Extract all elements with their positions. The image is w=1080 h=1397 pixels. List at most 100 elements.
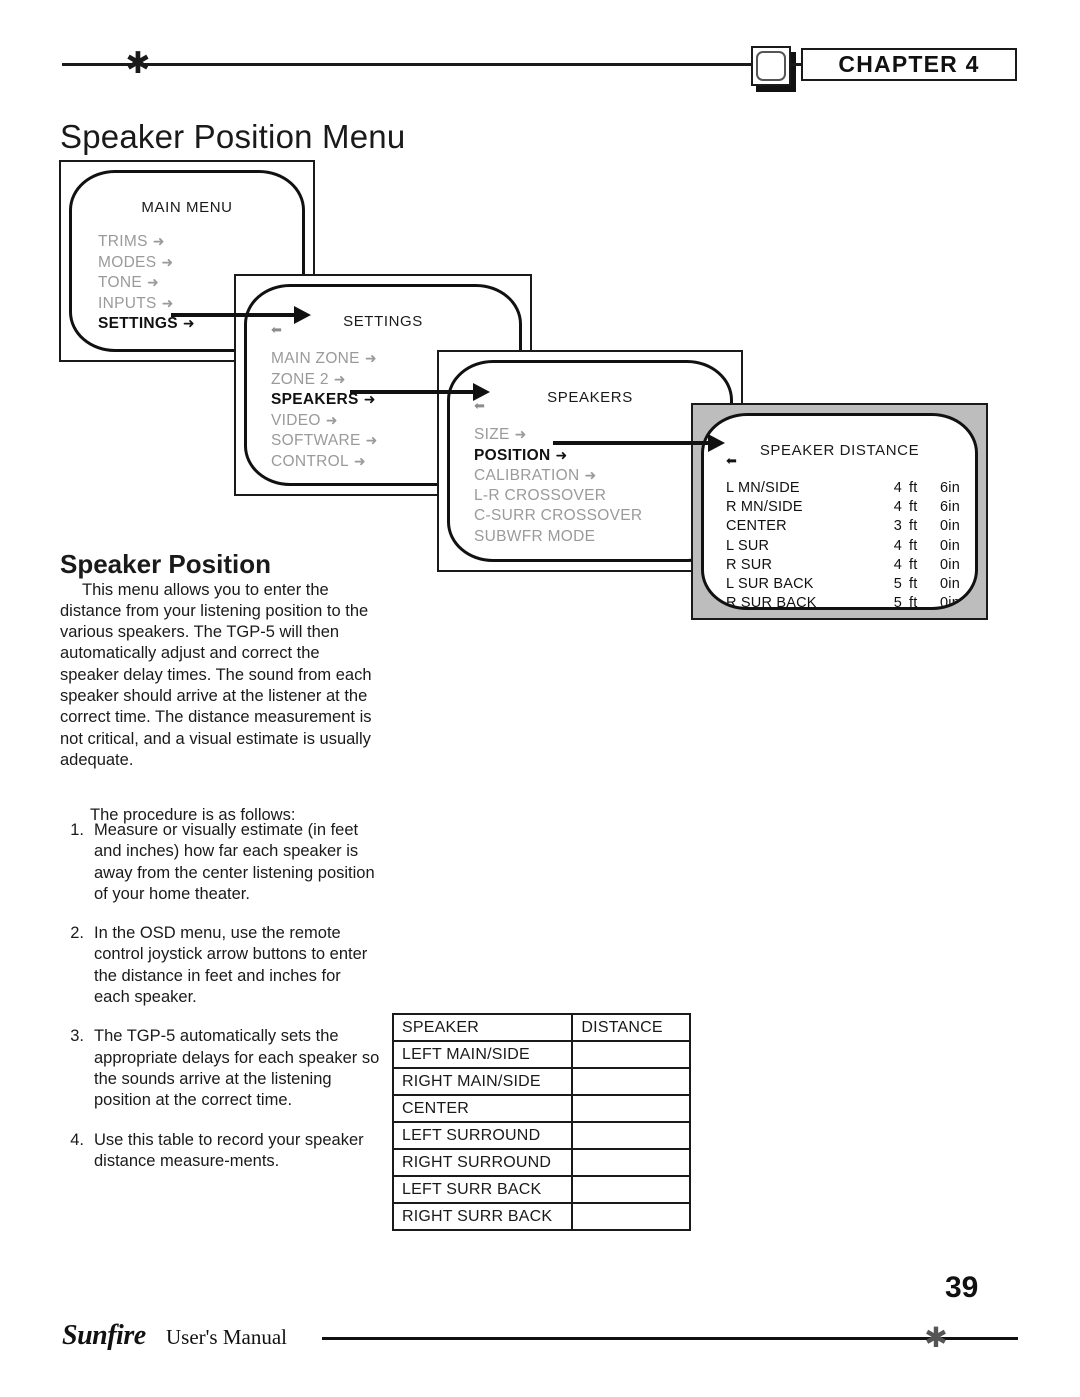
page-number: 39: [945, 1271, 979, 1304]
step-text: Use this table to record your speaker di…: [94, 1130, 364, 1170]
flow-arrow-settings-to-speakers-head: [473, 383, 490, 401]
osd-item-label: POSITION: [474, 446, 551, 464]
sunfire-logo: Sunfire: [62, 1320, 146, 1351]
speaker-name: R SUR: [726, 556, 773, 573]
speaker-distance-row[interactable]: L SUR 4 ft 0in: [726, 537, 975, 556]
chevron-right-icon: ➜: [333, 370, 346, 387]
procedure-step: 2. In the OSD menu, use the remote contro…: [60, 923, 380, 1008]
speaker-distance-value: 0in: [940, 595, 960, 610]
speaker-distance-value: 3: [893, 518, 902, 535]
osd-item-label: INPUTS: [98, 294, 157, 312]
footer-rule: [322, 1337, 1018, 1340]
osd-back-arrow-settings[interactable]: ⬅: [271, 322, 282, 338]
speaker-distance-row[interactable]: R SUR BACK 5 ft 0in: [726, 594, 975, 610]
chevron-right-icon: ➜: [514, 426, 527, 442]
speaker-name: R MN/SIDE: [726, 499, 803, 516]
step-text: Measure or visually estimate (in feet an…: [94, 821, 375, 903]
speaker-distance-value: 5: [893, 595, 902, 610]
osd-back-arrow-speaker-distance[interactable]: ⬅: [726, 453, 737, 469]
speaker-distance-value: ft: [909, 480, 918, 496]
speaker-name-cell: LEFT MAIN/SIDE: [391, 1040, 574, 1069]
distance-entry-cell[interactable]: [571, 1121, 691, 1150]
speaker-distance-value: ft: [909, 518, 918, 535]
page-title: Speaker Position Menu: [60, 118, 406, 156]
distance-entry-cell[interactable]: [571, 1148, 691, 1177]
speaker-distance-row[interactable]: L SUR BACK 5 ft 0in: [726, 575, 975, 594]
speaker-distance-value: ft: [909, 499, 918, 516]
distance-entry-cell[interactable]: [571, 1067, 691, 1096]
step-text: In the OSD menu, use the remote control …: [94, 924, 368, 1007]
speaker-name-cell: RIGHT SURR BACK: [391, 1202, 574, 1231]
osd-item-label: TONE: [98, 274, 142, 291]
speaker-distance-value: 5: [893, 576, 902, 593]
speaker-distance-value: 6in: [940, 480, 960, 496]
speaker-distance-row[interactable]: R SUR 4 ft 0in: [726, 556, 975, 575]
table-row: RIGHT MAIN/SIDE: [391, 1067, 691, 1096]
speaker-distance-row[interactable]: L MN/SIDE 4 ft 6in: [726, 479, 975, 498]
osd-title-speaker-distance: SPEAKER DISTANCE: [759, 442, 920, 459]
page-header: ✱ CHAPTER 4: [0, 0, 1080, 100]
speaker-distance-value: 0in: [940, 576, 960, 593]
chapter-badge: CHAPTER 4: [801, 48, 1017, 81]
osd-item-label: ZONE 2: [271, 370, 329, 388]
osd-item-label: C-SURR CROSSOVER: [474, 507, 643, 524]
table-header-row: SPEAKER DISTANCE: [391, 1013, 691, 1042]
table-header-cell: SPEAKER: [391, 1013, 574, 1042]
manual-label: User's Manual: [166, 1325, 288, 1349]
speaker-distance-value: ft: [909, 556, 918, 573]
table-row: LEFT MAIN/SIDE: [391, 1040, 691, 1069]
chevron-right-icon: ➜: [353, 452, 366, 469]
step-text: The TGP-5 automatically sets the appropr…: [94, 1027, 380, 1110]
flow-arrow-settings-to-speakers: [350, 390, 473, 394]
step-number: 1.: [70, 821, 84, 839]
speaker-name: R SUR BACK: [726, 595, 817, 610]
speaker-distance-value: 4: [893, 499, 902, 516]
step-number: 2.: [70, 924, 84, 943]
osd-screen-speaker-distance: SPEAKER DISTANCE ⬅ L MN/SIDE 4 ft 6in R MN/SID…: [691, 403, 988, 620]
chevron-right-icon: ➜: [365, 432, 378, 448]
speaker-name: CENTER: [726, 518, 787, 535]
osd-menu-item-trims[interactable]: TRIMS ➜: [98, 231, 302, 252]
speaker-distance-row[interactable]: R MN/SIDE 4 ft 6in: [726, 498, 975, 517]
procedure-step: 4. Use this table to record your speaker …: [60, 1130, 380, 1173]
osd-item-label: SUBWFR MODE: [474, 527, 596, 545]
osd-item-label: SPEAKERS: [271, 391, 359, 408]
tv-screen-icon-inner: [756, 51, 786, 81]
speaker-name: L SUR: [726, 537, 770, 554]
distance-entry-cell[interactable]: [571, 1040, 691, 1069]
speaker-distance-value: ft: [909, 537, 918, 554]
chevron-right-icon: ➜: [364, 350, 377, 366]
distance-entry-cell[interactable]: [571, 1094, 691, 1123]
distance-entry-cell[interactable]: [571, 1202, 691, 1231]
chevron-right-icon: ➜: [152, 233, 165, 249]
chapter-label: CHAPTER 4: [838, 51, 980, 77]
table-header-cell: DISTANCE: [571, 1013, 691, 1042]
speaker-distance-value: 0in: [940, 518, 960, 535]
speaker-distance-value: 0in: [940, 537, 960, 554]
osd-item-label: SIZE: [474, 426, 510, 443]
section-heading: Speaker Position: [60, 548, 271, 579]
speaker-distance-value: ft: [909, 576, 918, 593]
osd-title-main-menu: MAIN MENU: [141, 199, 233, 216]
step-number: 4.: [70, 1130, 84, 1149]
osd-item-label: VIDEO: [271, 411, 321, 429]
osd-item-label: L-R CROSSOVER: [474, 486, 607, 504]
flow-arrow-main-to-settings-head: [294, 306, 311, 324]
osd-menu-item-modes[interactable]: MODES ➜: [98, 252, 302, 273]
procedure-step: 3. The TGP-5 automatically sets the appro…: [60, 1026, 380, 1111]
speaker-name: L SUR BACK: [726, 576, 814, 593]
chevron-right-icon: ➜: [325, 411, 338, 428]
speaker-distance-value: 4: [893, 537, 902, 554]
table-row: LEFT SURR BACK: [391, 1175, 691, 1204]
chevron-right-icon: ➜: [146, 274, 160, 290]
speaker-distance-row[interactable]: CENTER 3 ft 0in: [726, 517, 975, 536]
osd-item-label: TRIMS: [98, 233, 148, 250]
distance-entry-cell[interactable]: [571, 1175, 691, 1204]
speaker-name-cell: LEFT SURR BACK: [391, 1175, 574, 1204]
osd-item-label: CALIBRATION: [474, 467, 580, 484]
procedure-steps: 1. Measure or visually estimate (in feet …: [60, 820, 380, 1190]
intro-paragraph: This menu allows you to enter the distan…: [60, 580, 372, 769]
chevron-right-icon: ➜: [555, 446, 568, 463]
table-row: CENTER: [391, 1094, 691, 1123]
crt-bezel-speaker-distance: SPEAKER DISTANCE ⬅ L MN/SIDE 4 ft 6in R MN/SID…: [701, 413, 978, 610]
